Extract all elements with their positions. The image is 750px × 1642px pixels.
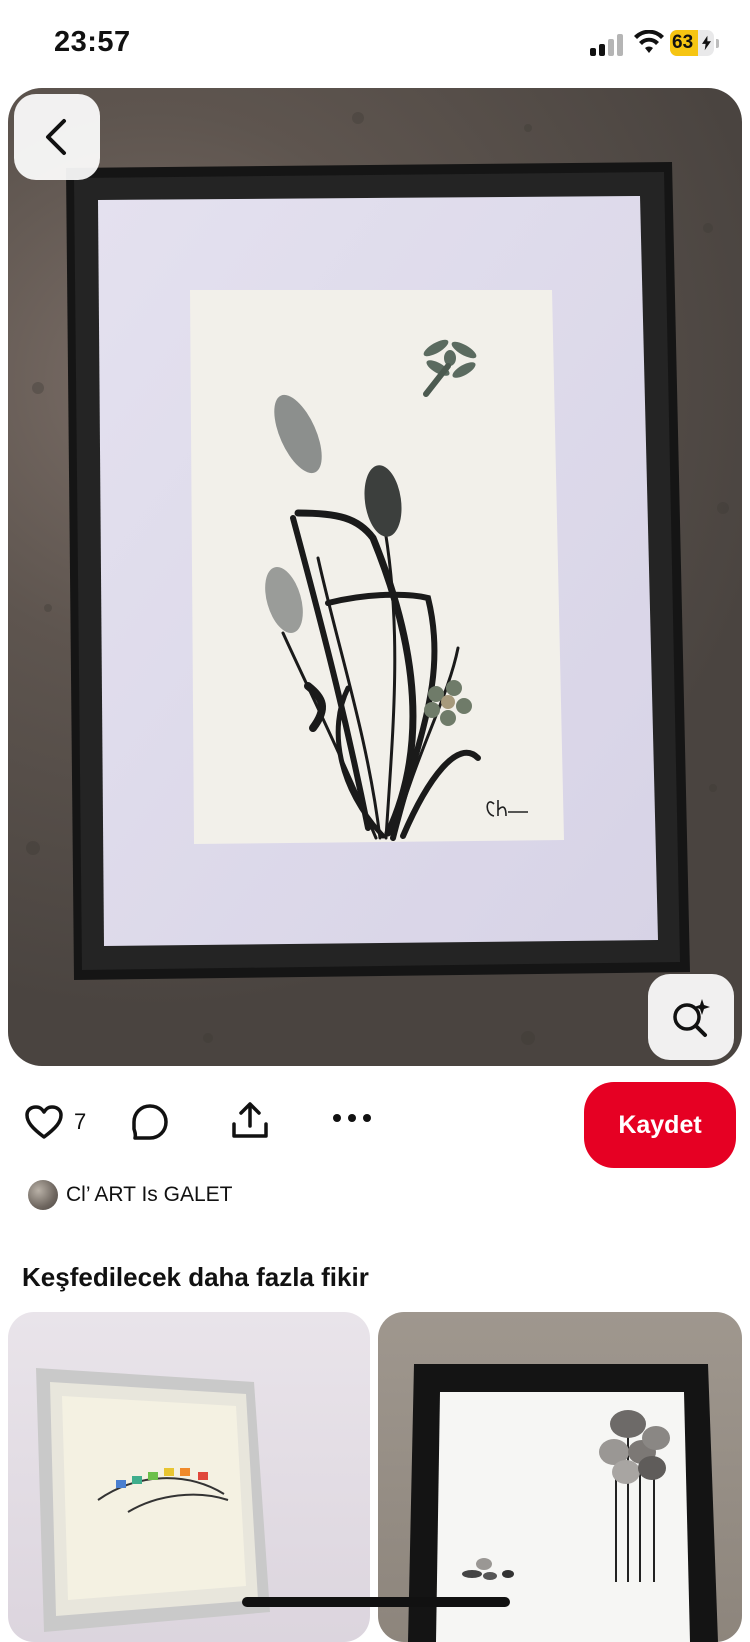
back-button[interactable] [14,94,100,180]
wifi-icon [634,30,664,53]
heart-icon [25,1105,63,1139]
related-pin-card[interactable] [378,1312,742,1642]
author-name: Cl’ ART Is GALET [66,1183,233,1206]
battery-indicator: 63 [670,30,720,58]
pebble-art-artwork [26,112,729,1045]
visual-search-button[interactable] [648,974,734,1060]
like-button[interactable]: 7 [24,1104,86,1140]
like-count: 7 [74,1109,87,1134]
status-time: 23:57 [54,26,131,58]
save-button[interactable]: Kaydet [584,1082,736,1168]
related-pin-image [408,1364,718,1642]
visual-search-icon [673,999,710,1037]
section-title: Keşfedilecek daha fazla fikir [22,1262,369,1292]
avatar [28,1180,58,1210]
home-indicator [242,1597,510,1607]
charging-icon [702,35,711,51]
status-bar: 23:57 63 [0,0,750,88]
more-icon [333,1114,371,1122]
signal-icon [590,34,626,56]
author-link[interactable]: Cl’ ART Is GALET [28,1180,233,1210]
comment-icon [132,1104,168,1140]
battery-percent: 63 [672,32,694,53]
share-icon [232,1102,268,1138]
chevron-left-icon [46,119,66,155]
more-options-button[interactable] [332,1112,372,1124]
pin-image[interactable] [8,88,742,1066]
related-pin-card[interactable] [8,1312,370,1642]
related-pin-image [36,1368,270,1632]
share-button[interactable] [230,1100,270,1140]
comment-button[interactable] [130,1102,170,1142]
